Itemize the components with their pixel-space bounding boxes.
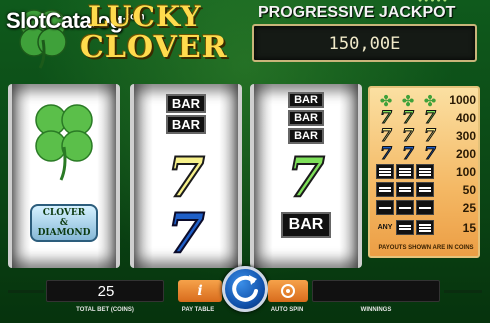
paytable-value: 100 <box>455 165 476 179</box>
single-bar-icon <box>376 200 394 215</box>
badge-line1: CLOVER <box>42 208 86 218</box>
winnings-field <box>312 280 440 302</box>
spin-button[interactable] <box>222 266 268 312</box>
control-bar: 25 TOTAL BET (COINS) i PAY TABLE AUTO SP… <box>0 266 490 323</box>
clover-diamond-badge: CLOVER & DIAMOND <box>29 204 99 242</box>
green-seven-icon: 7 <box>402 108 415 128</box>
single-bar-icon <box>416 200 434 215</box>
triple-bar-icon <box>396 164 414 179</box>
mixed-bar-icon <box>396 220 414 235</box>
triple-bar-icon <box>376 164 394 179</box>
single-bar-symbol: BAR <box>280 212 332 238</box>
paytable-symbols: 7 7 7 <box>376 144 442 164</box>
paytable-symbols <box>376 182 442 197</box>
reel-2: BAR BAR 7 7 <box>130 84 242 268</box>
double-bar-icon <box>416 182 434 197</box>
double-bar-symbol: BAR BAR <box>134 94 238 134</box>
any-label: ANY <box>377 224 393 231</box>
double-bar-icon <box>396 182 414 197</box>
paytable-button[interactable]: i <box>178 280 222 302</box>
yellow-seven-icon: 7 <box>424 126 437 146</box>
bar-label: BAR <box>288 128 324 144</box>
paytable-symbols <box>376 200 442 215</box>
badge-line3: DIAMOND <box>37 228 91 238</box>
reel-3-top-symbol: BAR BAR BAR <box>254 92 358 144</box>
reels-area: CLOVER & DIAMOND BAR BAR 7 7 BAR BAR BAR <box>6 84 364 268</box>
total-bet-label: TOTAL BET (COINS) <box>76 307 134 313</box>
reel-1-top-symbol <box>12 92 116 187</box>
paytable-symbols: 7 7 7 <box>376 108 442 128</box>
jackpot-value: 150,00E <box>328 34 401 54</box>
reel-3: BAR BAR BAR 7 BAR <box>250 84 362 268</box>
four-leaf-clover-icon <box>35 104 93 181</box>
yellow-seven: 7 <box>166 145 206 209</box>
reel-1-bottom-symbol: CLOVER & DIAMOND <box>12 204 116 242</box>
paytable-label: PAY TABLE <box>181 307 215 313</box>
paytable-symbols <box>376 164 442 179</box>
total-bet-value: 25 <box>97 283 115 300</box>
yellow-seven-icon: 7 <box>402 126 415 146</box>
blue-seven-icon: 7 <box>424 144 437 164</box>
paytable-row-triple-bars: 100 <box>374 164 478 182</box>
green-seven: 7 <box>286 145 326 209</box>
bar-label: BAR <box>165 115 207 134</box>
paytable-row-single-bars: 25 <box>374 200 478 218</box>
paytable-row-any-bars: ANY 15 <box>374 220 478 238</box>
blue-seven-icon: 7 <box>402 144 415 164</box>
paytable-value: 1000 <box>449 93 476 107</box>
green-seven-icon: 7 <box>424 108 437 128</box>
reel-2-bottom-symbol: 7 <box>134 205 238 261</box>
paytable-row-blue-sevens: 7 7 7 200 <box>374 144 478 164</box>
green-seven-icon: 7 <box>380 108 393 128</box>
jackpot-display: 150,00E <box>252 24 477 62</box>
jackpot-label: PROGRESSIVE JACKPOT <box>258 4 456 21</box>
autospin-icon <box>281 284 295 298</box>
divider <box>444 290 482 293</box>
paytable-value: 200 <box>455 147 476 161</box>
paytable: ✤ ✤ ✤ 1000 7 7 7 400 7 7 7 300 7 7 7 200 <box>368 86 480 258</box>
paytable-symbols: ANY <box>376 220 442 235</box>
badge-line2: & <box>59 218 69 228</box>
reel-3-bottom-symbol: BAR <box>254 212 358 238</box>
single-bar-icon <box>396 200 414 215</box>
reel-2-middle-symbol: 7 <box>134 149 238 205</box>
reel-2-top-symbol: BAR BAR <box>134 94 238 134</box>
bar-label: BAR <box>288 92 324 108</box>
bar-label: BAR <box>288 110 324 126</box>
blue-seven: 7 <box>166 201 206 265</box>
yellow-seven-icon: 7 <box>380 126 393 146</box>
reel-1: CLOVER & DIAMOND <box>8 84 120 268</box>
reel-3-middle-symbol: 7 <box>254 149 358 205</box>
game-title-line2: CLOVER <box>80 30 228 65</box>
total-bet-field[interactable]: 25 <box>46 280 164 302</box>
paytable-row-double-bars: 50 <box>374 182 478 200</box>
paytable-value: 400 <box>455 111 476 125</box>
paytable-symbols: 7 7 7 <box>376 126 442 146</box>
mixed-bar-icon <box>416 220 434 235</box>
autospin-label: AUTO SPIN <box>270 307 304 313</box>
paytable-value: 25 <box>462 201 476 215</box>
header: SlotCatalog.com LUCKY CLOVER ● ● ● ● ● P… <box>0 0 490 78</box>
blue-seven-icon: 7 <box>380 144 393 164</box>
paytable-note: PAYOUTS SHOWN ARE IN COINS <box>378 245 474 251</box>
triple-bar-symbol: BAR BAR BAR <box>254 92 358 144</box>
game-title-line1: LUCKY <box>88 0 202 33</box>
bar-label: BAR <box>165 94 207 113</box>
divider <box>8 290 44 293</box>
triple-bar-icon <box>416 164 434 179</box>
winnings-label: WINNINGS <box>360 307 392 313</box>
paytable-value: 300 <box>455 129 476 143</box>
double-bar-icon <box>376 182 394 197</box>
paytable-value: 15 <box>462 221 476 235</box>
autospin-button[interactable] <box>268 280 308 302</box>
spin-arrow-icon <box>232 275 258 302</box>
paytable-value: 50 <box>462 183 476 197</box>
